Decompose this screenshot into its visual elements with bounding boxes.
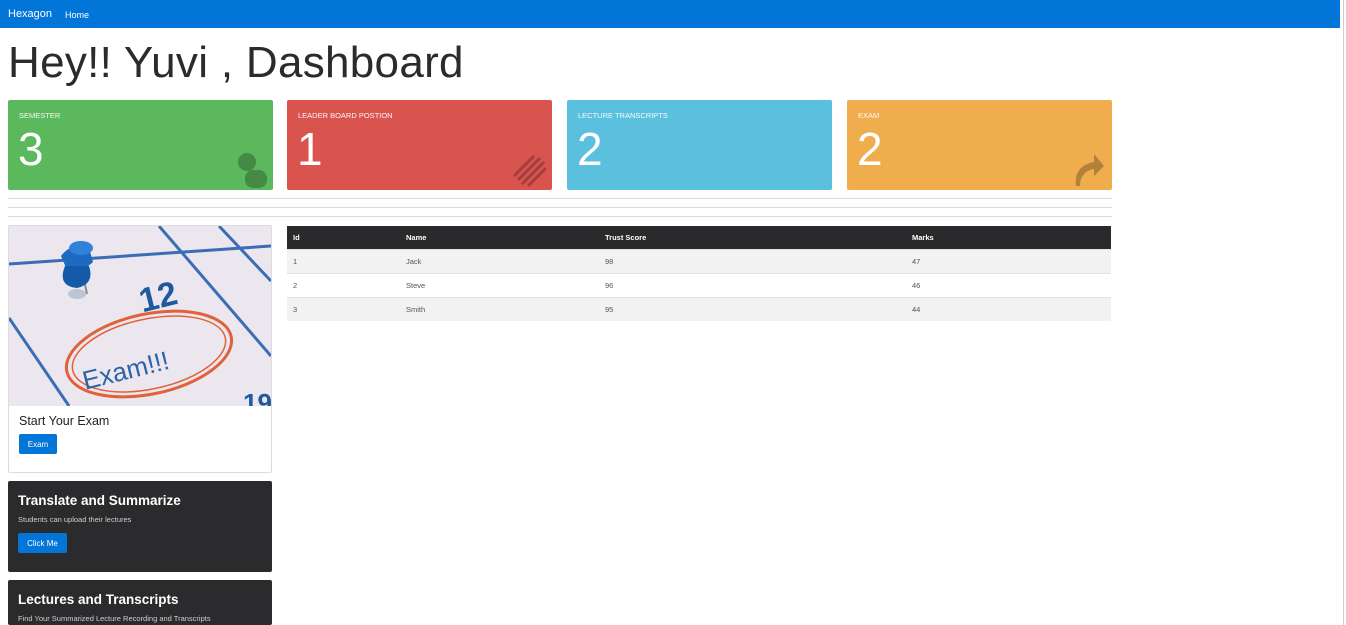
exam-card: 12 Exam!!! 19 Start Your Exam Exam	[8, 225, 272, 473]
lectures-card: Lectures and Transcripts Find Your Summa…	[8, 580, 272, 625]
translate-card-title: Translate and Summarize	[18, 493, 181, 508]
share-arrow-icon	[1075, 154, 1104, 186]
cell-marks: 46	[912, 280, 921, 290]
page-title: Hey!! Yuvi , Dashboard	[8, 38, 464, 87]
table-row: 1 Jack 98 47	[287, 249, 1111, 273]
cell-name: Smith	[406, 304, 426, 314]
column-header-marks: Marks	[912, 232, 934, 242]
cell-marks: 47	[912, 256, 921, 266]
divider	[8, 207, 1112, 208]
stat-value: 2	[857, 123, 883, 175]
cell-marks: 44	[912, 304, 921, 314]
top-navbar: Hexagon Home	[0, 0, 1340, 28]
table-row: 2 Steve 96 46	[287, 273, 1111, 297]
leaderboard-table: Id Name Trust Score Marks 1 Jack 98 47 2…	[287, 226, 1111, 321]
table-row: 3 Smith 95 44	[287, 297, 1111, 321]
stat-label: LEADER BOARD POSTION	[298, 111, 393, 120]
cell-trust-score: 98	[605, 256, 614, 266]
cell-name: Steve	[406, 280, 426, 290]
click-me-button[interactable]: Click Me	[18, 533, 67, 553]
translate-card-subtitle: Students can upload their lectures	[18, 515, 132, 524]
table-header-row: Id Name Trust Score Marks	[287, 226, 1111, 249]
cell-id: 1	[293, 256, 298, 266]
brand-link[interactable]: Hexagon	[8, 8, 52, 20]
stat-value: 3	[18, 123, 44, 175]
stat-value: 2	[577, 123, 603, 175]
stat-label: LECTURE TRANSCRIPTS	[578, 111, 668, 120]
exam-card-title: Start Your Exam	[19, 414, 110, 428]
nav-home-link[interactable]: Home	[65, 10, 89, 20]
column-header-trust-score: Trust Score	[605, 232, 647, 242]
user-icon	[238, 153, 267, 188]
stat-panel-transcripts: LECTURE TRANSCRIPTS 2	[567, 100, 832, 190]
cell-name: Jack	[406, 256, 422, 266]
translate-card: Translate and Summarize Students can upl…	[8, 481, 272, 572]
stat-panel-semester: SEMESTER 3	[8, 100, 273, 190]
stat-panel-leaderboard: LEADER BOARD POSTION 1	[287, 100, 552, 190]
cell-trust-score: 96	[605, 280, 614, 290]
cell-trust-score: 95	[605, 304, 614, 314]
stat-value: 1	[297, 123, 323, 175]
divider	[8, 216, 1112, 217]
scrollbar-track[interactable]	[1343, 0, 1344, 625]
exam-button[interactable]: Exam	[19, 434, 57, 454]
lectures-card-title: Lectures and Transcripts	[18, 592, 179, 607]
stat-label: SEMESTER	[19, 111, 61, 120]
stat-label: EXAM	[858, 111, 880, 120]
stat-panel-exam: EXAM 2	[847, 100, 1112, 190]
divider	[8, 198, 1112, 199]
lectures-card-subtitle: Find Your Summarized Lecture Recording a…	[18, 614, 211, 623]
cell-id: 3	[293, 304, 298, 314]
column-header-id: Id	[293, 232, 300, 242]
partial-date-text: 19	[243, 388, 271, 406]
column-header-name: Name	[406, 232, 427, 242]
exam-calendar-image: 12 Exam!!! 19	[9, 226, 271, 406]
cell-id: 2	[293, 280, 298, 290]
striped-bar-icon	[512, 154, 546, 188]
